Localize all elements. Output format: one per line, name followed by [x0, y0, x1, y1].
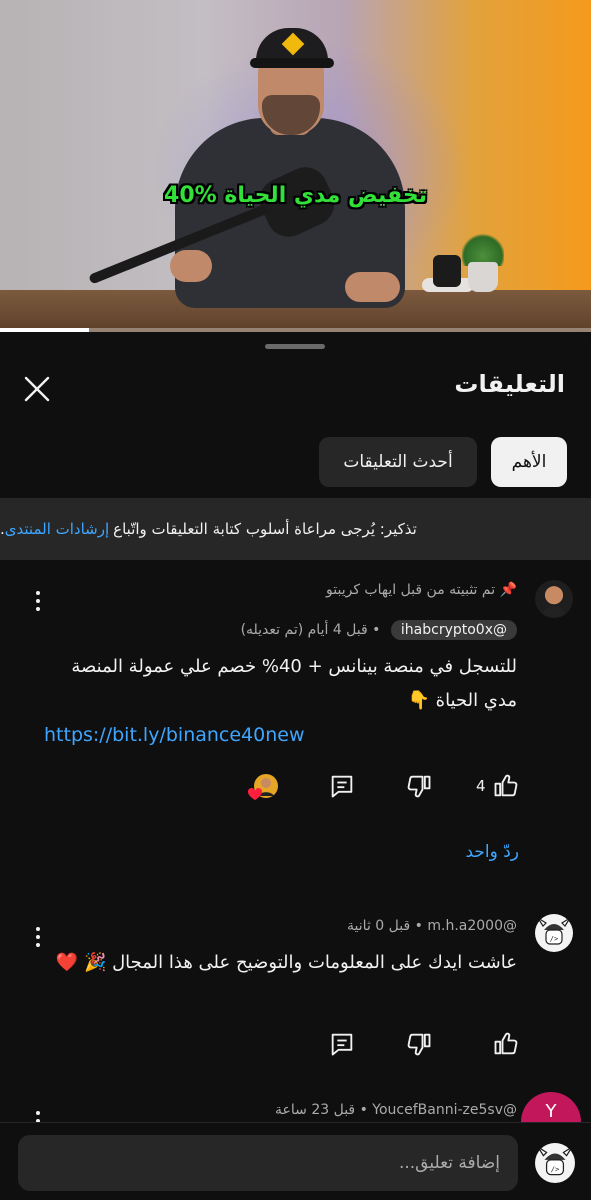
comment-item: 📌 تم تثبيته من قبل ايهاب كريبتو @ihabcry…	[0, 570, 591, 880]
avatar[interactable]: />	[535, 914, 573, 952]
svg-text:/>: />	[550, 935, 558, 943]
video-caption: 40% تخفيض مدي الحياة	[164, 183, 427, 208]
notice-period: .	[0, 520, 5, 538]
presenter-hand-right	[345, 272, 400, 302]
chip-top-comments[interactable]: الأهم	[491, 437, 567, 487]
drag-handle[interactable]	[265, 344, 325, 349]
comment-link[interactable]: https://bit.ly/binance40new	[44, 724, 305, 746]
add-comment-input[interactable]	[18, 1135, 518, 1191]
like-icon[interactable]	[492, 772, 524, 802]
comment-dot: •	[359, 1102, 368, 1118]
more-options-icon[interactable]	[28, 924, 48, 950]
comment-body: عاشت ايدك على المعلومات والتوضيح على هذا…	[55, 952, 517, 973]
panel-title: التعليقات	[454, 370, 565, 398]
notice-text: تذكير: يُرجى مراعاة أسلوب كتابة التعليقا…	[113, 520, 417, 538]
cap-brim	[250, 58, 334, 68]
comment-meta: @YoucefBanni-ze5sv • قبل 23 ساعة	[275, 1102, 517, 1118]
like-count: 4	[476, 777, 486, 795]
comment-time: قبل 23 ساعة	[275, 1102, 356, 1118]
creator-heart-icon	[246, 772, 280, 802]
chip-newest-comments[interactable]: أحدث التعليقات	[319, 437, 477, 487]
comment-item: Y @YoucefBanni-ze5sv • قبل 23 ساعة	[0, 1092, 591, 1122]
dislike-icon[interactable]	[405, 1030, 437, 1060]
comment-meta: @ihabcrypto0x • قبل 4 أيام (تم تعديله)	[241, 620, 517, 640]
replies-link[interactable]: ردّ واحد	[465, 842, 519, 862]
comment-author[interactable]: @m.h.a2000	[427, 918, 517, 934]
camera	[433, 255, 461, 287]
dislike-icon[interactable]	[405, 772, 437, 802]
comment-author[interactable]: @ihabcrypto0x	[390, 620, 517, 640]
more-options-icon[interactable]	[28, 588, 48, 614]
svg-text:/>: />	[551, 1164, 560, 1173]
avatar[interactable]: Y	[521, 1092, 581, 1122]
comment-time: قبل 4 أيام (تم تعديله)	[240, 622, 368, 638]
pin-icon: 📌	[499, 582, 517, 598]
comment-item: /> @m.h.a2000 • قبل 0 ثانية عاشت ايدك عل…	[0, 906, 591, 1066]
pinned-text: تم تثبيته من قبل ايهاب كريبتو	[326, 582, 496, 598]
avatar[interactable]	[535, 580, 573, 618]
comment-dot: •	[414, 918, 423, 934]
reply-icon[interactable]	[328, 1030, 360, 1060]
pinned-label: 📌 تم تثبيته من قبل ايهاب كريبتو	[326, 582, 517, 598]
like-icon[interactable]	[492, 1030, 524, 1060]
reply-icon[interactable]	[328, 772, 360, 802]
community-guidelines-notice: تذكير: يُرجى مراعاة أسلوب كتابة التعليقا…	[0, 498, 591, 560]
user-avatar[interactable]: />	[535, 1143, 575, 1183]
comment-body: للتسجل في منصة بينانس + 40% خصم علي عمول…	[71, 656, 517, 711]
video-player[interactable]: 40% تخفيض مدي الحياة	[0, 0, 591, 332]
avatar-letter: Y	[545, 1100, 557, 1122]
close-icon[interactable]	[20, 372, 54, 406]
presenter-hand-left	[170, 250, 212, 282]
comment-time: قبل 0 ثانية	[347, 918, 411, 934]
guidelines-link[interactable]: إرشادات المنتدى	[5, 520, 109, 538]
comment-author[interactable]: @YoucefBanni-ze5sv	[372, 1102, 517, 1118]
more-options-icon[interactable]	[28, 1108, 48, 1122]
comment-meta: @m.h.a2000 • قبل 0 ثانية	[347, 918, 517, 934]
plant-pot	[468, 262, 498, 292]
add-comment-bar: />	[0, 1122, 591, 1200]
plant	[462, 232, 504, 266]
comment-dot: •	[372, 622, 381, 638]
